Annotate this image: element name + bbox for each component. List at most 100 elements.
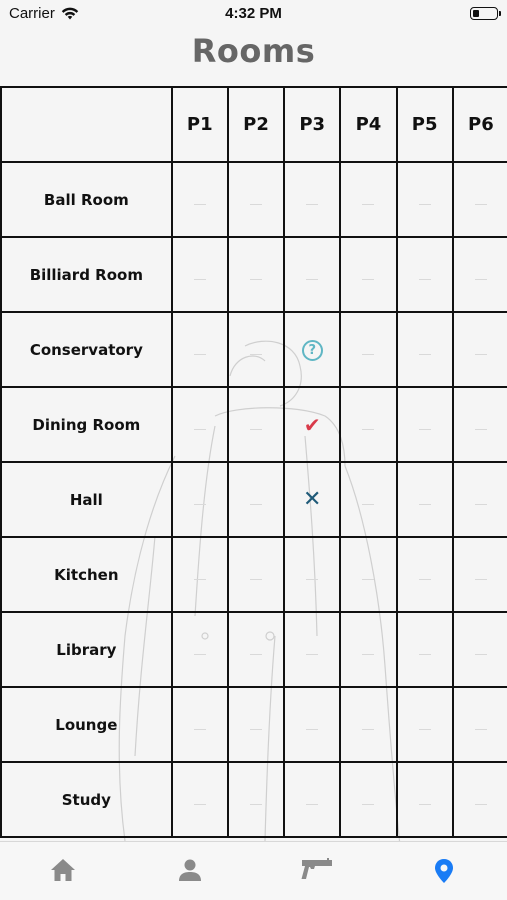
grid-cell[interactable] xyxy=(339,386,398,463)
grid-cell[interactable] xyxy=(339,161,398,238)
grid-cell[interactable] xyxy=(451,311,507,388)
grid-cell[interactable] xyxy=(451,611,507,688)
grid-cell[interactable] xyxy=(339,311,398,388)
empty-dash xyxy=(362,279,375,280)
empty-dash xyxy=(418,429,431,430)
empty-dash xyxy=(474,654,487,655)
empty-dash xyxy=(193,279,206,280)
grid-cell[interactable] xyxy=(395,461,454,538)
grid-cell[interactable] xyxy=(170,236,229,313)
grid-cell[interactable] xyxy=(451,761,507,838)
grid-cell[interactable] xyxy=(170,686,229,763)
grid-cell[interactable] xyxy=(283,236,342,313)
grid-cell[interactable] xyxy=(339,236,398,313)
empty-dash xyxy=(250,654,262,655)
room-row: Billiard Room xyxy=(0,236,507,313)
grid-cell[interactable] xyxy=(451,236,507,313)
room-row: Hall ✕ xyxy=(0,461,507,538)
grid-cell[interactable] xyxy=(395,311,454,388)
empty-dash xyxy=(418,804,431,805)
empty-dash xyxy=(193,504,206,505)
grid-cell[interactable] xyxy=(283,686,342,763)
grid-cell[interactable] xyxy=(283,611,342,688)
player-header: P3 xyxy=(283,86,342,163)
empty-dash xyxy=(306,729,319,730)
room-name-cell: Library xyxy=(0,611,173,688)
room-name: Lounge xyxy=(55,716,118,734)
grid-cell[interactable] xyxy=(283,536,342,613)
room-name: Billiard Room xyxy=(29,266,143,284)
room-name: Hall xyxy=(69,491,103,509)
grid-cell[interactable] xyxy=(226,386,286,463)
tab-weapons[interactable] xyxy=(254,842,381,900)
grid-cell[interactable] xyxy=(226,686,286,763)
grid-cell[interactable]: ? xyxy=(283,311,342,388)
grid-cell[interactable] xyxy=(226,761,286,838)
grid-cell[interactable] xyxy=(170,386,229,463)
clock: 4:32 PM xyxy=(225,5,282,22)
room-name: Ball Room xyxy=(43,191,129,209)
grid-cell[interactable]: ✔ xyxy=(283,386,342,463)
grid-cell[interactable] xyxy=(395,686,454,763)
empty-dash xyxy=(474,429,487,430)
empty-dash xyxy=(474,354,487,355)
grid-cell[interactable] xyxy=(283,161,342,238)
grid-cell[interactable] xyxy=(339,761,398,838)
empty-dash xyxy=(306,804,319,805)
tab-rooms[interactable] xyxy=(380,842,507,900)
grid-cell[interactable] xyxy=(226,461,286,538)
grid-cell[interactable] xyxy=(395,161,454,238)
empty-dash xyxy=(193,354,206,355)
grid-cell[interactable] xyxy=(339,536,398,613)
checkmark-icon: ✔ xyxy=(303,412,321,437)
player-header: P1 xyxy=(170,86,229,163)
empty-dash xyxy=(474,729,487,730)
corner-cell xyxy=(0,86,173,163)
grid-cell[interactable] xyxy=(170,461,229,538)
grid-cell[interactable] xyxy=(170,536,229,613)
room-name-cell: Conservatory xyxy=(0,311,173,388)
grid-cell[interactable] xyxy=(226,536,286,613)
empty-dash xyxy=(250,729,262,730)
grid-cell[interactable] xyxy=(226,236,286,313)
grid-cell[interactable] xyxy=(451,461,507,538)
grid-cell[interactable] xyxy=(339,611,398,688)
battery-icon xyxy=(470,7,501,20)
grid-cell[interactable] xyxy=(451,386,507,463)
tab-suspects[interactable] xyxy=(127,842,254,900)
grid-cell[interactable] xyxy=(451,686,507,763)
grid-cell[interactable] xyxy=(395,386,454,463)
grid-cell[interactable] xyxy=(395,611,454,688)
room-row: Conservatory? xyxy=(0,311,507,388)
empty-dash xyxy=(418,504,431,505)
empty-dash xyxy=(418,354,431,355)
player-header: P4 xyxy=(339,86,398,163)
grid-cell[interactable] xyxy=(451,536,507,613)
grid-cell[interactable] xyxy=(226,611,286,688)
room-row: Dining Room ✔ xyxy=(0,386,507,463)
grid-cell[interactable] xyxy=(339,461,398,538)
grid-cell[interactable] xyxy=(170,761,229,838)
grid-cell[interactable] xyxy=(451,161,507,238)
room-name: Study xyxy=(61,791,111,809)
empty-dash xyxy=(362,729,375,730)
grid-cell[interactable] xyxy=(339,686,398,763)
grid-cell[interactable] xyxy=(395,536,454,613)
grid-cell[interactable]: ✕ xyxy=(283,461,342,538)
grid-cell[interactable] xyxy=(170,611,229,688)
tab-home[interactable] xyxy=(0,842,127,900)
empty-dash xyxy=(418,654,431,655)
grid-cell[interactable] xyxy=(226,161,286,238)
empty-dash xyxy=(193,579,206,580)
grid-cell[interactable] xyxy=(226,311,286,388)
grid-cell[interactable] xyxy=(170,311,229,388)
empty-dash xyxy=(193,729,206,730)
empty-dash xyxy=(193,429,206,430)
grid-cell[interactable] xyxy=(395,761,454,838)
empty-dash xyxy=(193,204,206,205)
grid-cell[interactable] xyxy=(283,761,342,838)
empty-dash xyxy=(362,579,375,580)
grid-cell[interactable] xyxy=(170,161,229,238)
grid-cell[interactable] xyxy=(395,236,454,313)
empty-dash xyxy=(250,354,262,355)
